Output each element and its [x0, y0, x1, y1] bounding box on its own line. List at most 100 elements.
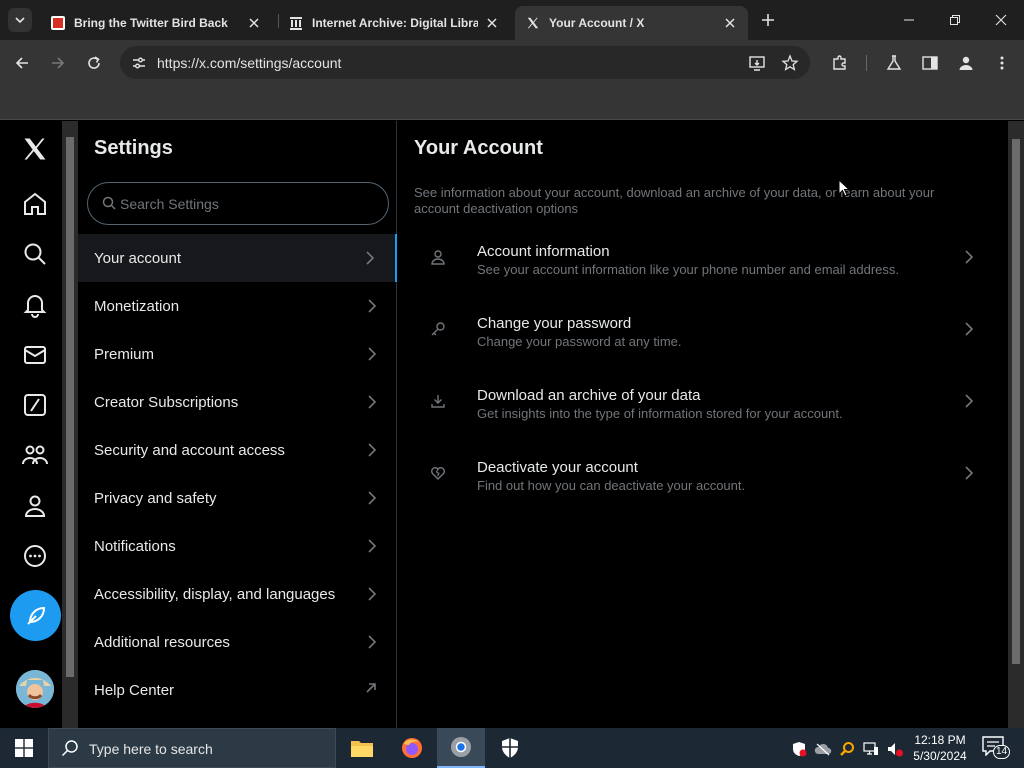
- browser-menu-button[interactable]: [990, 51, 1014, 75]
- browser-tab-2[interactable]: Internet Archive: Digital Library: [278, 6, 510, 40]
- bookmark-bar: [0, 86, 1024, 120]
- person-icon: [959, 56, 973, 70]
- system-clock[interactable]: 12:18 PM 5/30/2024: [905, 732, 975, 764]
- settings-item-additional-resources[interactable]: Additional resources: [78, 618, 397, 666]
- start-button[interactable]: [0, 728, 48, 768]
- account-option-information[interactable]: Account information See your account inf…: [414, 236, 984, 296]
- taskbar-firefox[interactable]: [388, 728, 436, 768]
- browser-tab-1[interactable]: Bring the Twitter Bird Back: [40, 6, 272, 40]
- nav-profile[interactable]: [19, 490, 51, 522]
- option-title: Deactivate your account: [477, 459, 638, 476]
- post-button[interactable]: [10, 590, 61, 641]
- nav-grok[interactable]: [19, 389, 51, 421]
- settings-item-notifications[interactable]: Notifications: [78, 522, 397, 570]
- person-icon: [24, 495, 46, 517]
- settings-title: Settings: [94, 137, 173, 159]
- side-panel-icon: [922, 56, 938, 70]
- profile-button[interactable]: [954, 51, 978, 75]
- account-option-change-password[interactable]: Change your password Change your passwor…: [414, 308, 984, 368]
- settings-item-creator-subscriptions[interactable]: Creator Subscriptions: [78, 378, 397, 426]
- arrow-right-icon: [52, 57, 65, 69]
- option-title: Download an archive of your data: [477, 387, 701, 404]
- search-tray-icon[interactable]: [838, 740, 856, 758]
- grok-icon: [24, 394, 46, 416]
- nav-explore[interactable]: [19, 238, 51, 270]
- settings-item-monetization[interactable]: Monetization: [78, 282, 397, 330]
- close-icon[interactable]: [722, 15, 738, 31]
- tab-title: Bring the Twitter Bird Back: [74, 16, 228, 30]
- x-logo-icon: [24, 138, 46, 160]
- browser-tab-3-active[interactable]: Your Account / X: [515, 6, 748, 40]
- chevron-right-icon: [367, 442, 377, 458]
- settings-item-label: Monetization: [94, 297, 180, 315]
- minimize-button[interactable]: [886, 0, 932, 40]
- search-settings-input[interactable]: Search Settings: [87, 182, 389, 225]
- settings-item-privacy[interactable]: Privacy and safety: [78, 474, 397, 522]
- new-tab-button[interactable]: [758, 10, 778, 30]
- home-icon: [24, 192, 46, 215]
- taskbar-search-placeholder: Type here to search: [89, 741, 213, 757]
- windows-taskbar: Type here to search 12:18 PM 5/30/2024 1…: [0, 728, 1024, 768]
- nav-scrollbar[interactable]: [62, 121, 78, 728]
- install-app-icon[interactable]: [748, 54, 766, 72]
- bookmark-star-icon[interactable]: [781, 54, 799, 72]
- settings-item-premium[interactable]: Premium: [78, 330, 397, 378]
- site-settings-icon[interactable]: [131, 55, 147, 71]
- network-tray-icon[interactable]: [862, 740, 880, 758]
- nav-more[interactable]: [19, 540, 51, 572]
- close-icon[interactable]: [484, 15, 500, 31]
- window-close-button[interactable]: [978, 0, 1024, 40]
- labs-button[interactable]: [882, 51, 906, 75]
- option-title: Account information: [477, 243, 610, 260]
- forward-button[interactable]: [46, 51, 70, 75]
- settings-item-help-center[interactable]: Help Center: [78, 666, 397, 714]
- firefox-icon: [402, 738, 422, 758]
- settings-item-label: Accessibility, display, and languages: [94, 585, 336, 603]
- account-option-download-archive[interactable]: Download an archive of your data Get ins…: [414, 380, 984, 440]
- option-title: Change your password: [477, 315, 632, 332]
- antivirus-tray-icon[interactable]: [790, 740, 808, 758]
- toolbar-separator: [866, 55, 867, 71]
- address-bar[interactable]: https://x.com/settings/account: [120, 46, 810, 79]
- reload-button[interactable]: [82, 51, 106, 75]
- settings-item-label: Your account: [94, 249, 182, 267]
- red-extension-icon: [50, 15, 66, 31]
- settings-item-accessibility[interactable]: Accessibility, display, and languages: [78, 570, 397, 618]
- nav-home[interactable]: [19, 188, 51, 220]
- windows-logo-icon: [15, 739, 33, 757]
- taskbar-security[interactable]: [486, 728, 534, 768]
- nav-notifications[interactable]: [19, 289, 51, 321]
- onedrive-tray-icon[interactable]: [814, 740, 832, 758]
- extensions-button[interactable]: [828, 51, 852, 75]
- taskbar-file-explorer[interactable]: [338, 728, 386, 768]
- settings-item-your-account[interactable]: Your account: [78, 234, 397, 282]
- folder-icon: [351, 741, 373, 757]
- page-title: Your Account: [414, 137, 543, 159]
- nav-messages[interactable]: [19, 339, 51, 371]
- primary-nav: [0, 121, 62, 728]
- browser-toolbar: https://x.com/settings/account: [0, 40, 1024, 86]
- x-home-logo[interactable]: [19, 133, 51, 165]
- volume-muted-tray-icon[interactable]: [886, 740, 904, 758]
- settings-item-security[interactable]: Security and account access: [78, 426, 397, 474]
- page-scrollbar[interactable]: [1008, 121, 1024, 728]
- taskbar-chrome[interactable]: [437, 728, 485, 768]
- avatar[interactable]: [16, 670, 54, 708]
- shield-icon: [502, 738, 518, 758]
- account-option-deactivate[interactable]: Deactivate your account Find out how you…: [414, 452, 984, 512]
- close-icon[interactable]: [246, 15, 262, 31]
- plus-icon: [762, 14, 774, 26]
- nav-communities[interactable]: [19, 439, 51, 471]
- chevron-right-icon: [367, 538, 377, 554]
- settings-panel: Settings Search Settings Your account Mo…: [78, 121, 397, 728]
- back-button[interactable]: [10, 51, 34, 75]
- restore-button[interactable]: [932, 0, 978, 40]
- external-link-icon: [365, 682, 377, 694]
- close-icon: [995, 14, 1007, 26]
- chevron-right-icon: [964, 393, 974, 409]
- more-circle-icon: [24, 545, 46, 567]
- side-panel-button[interactable]: [918, 51, 942, 75]
- taskbar-search-input[interactable]: Type here to search: [48, 728, 336, 768]
- notification-center-button[interactable]: 14: [980, 736, 1011, 760]
- tab-search-button[interactable]: [8, 8, 32, 32]
